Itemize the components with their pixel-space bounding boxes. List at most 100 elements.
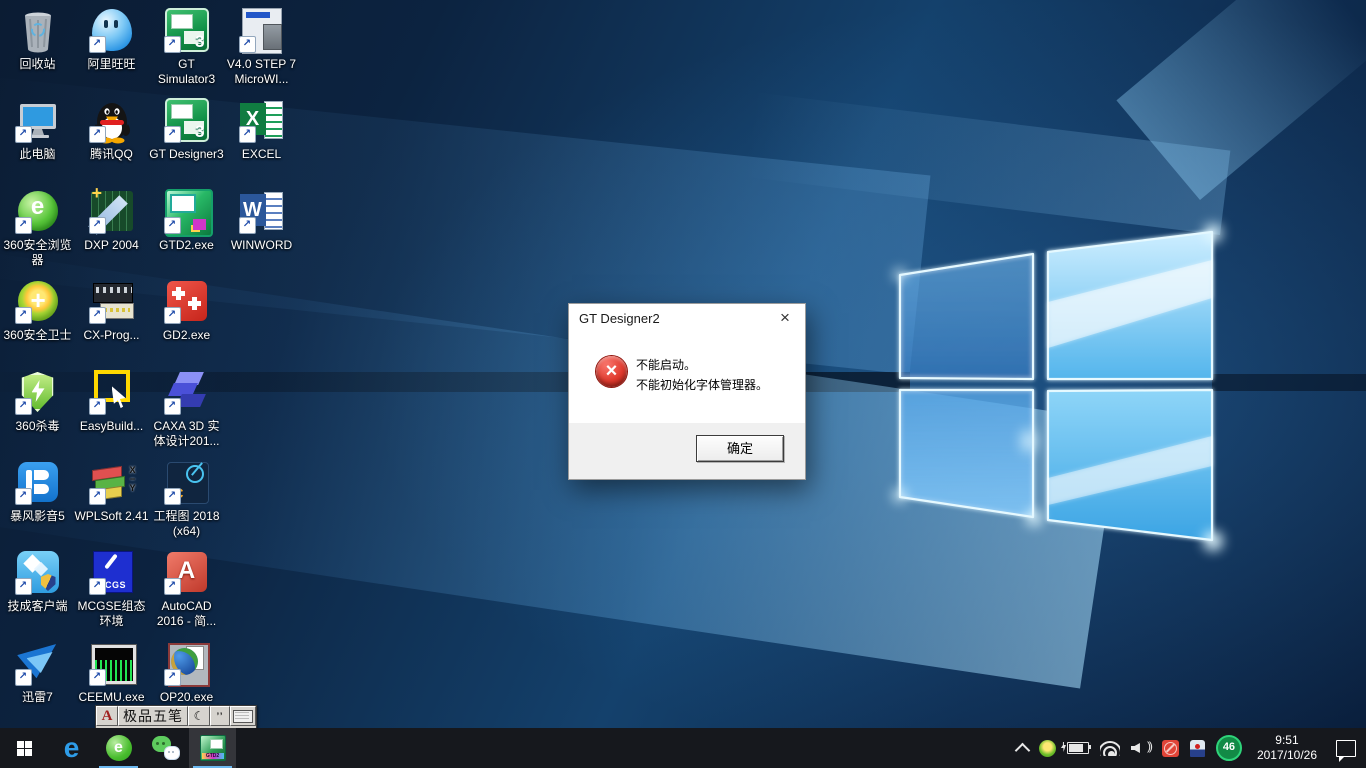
desktop-icon-tencent-qq[interactable]: ↗ 腾讯QQ (74, 96, 149, 162)
workstation-icon[interactable] (1190, 740, 1205, 757)
shortcut-arrow-icon: ↗ (89, 217, 106, 234)
dialog-title: GT Designer2 (579, 311, 660, 326)
desktop-icon-mcgse-env[interactable]: MCGS ↗ MCGSE组态环境 (74, 548, 149, 629)
dialog-message-line1: 不能启动。 (636, 355, 768, 375)
360-speedup-badge[interactable]: 46 (1216, 735, 1242, 761)
360-safe-guard-icon: + ↗ (14, 277, 62, 325)
dxp-2004-icon: + ↗ (88, 187, 136, 235)
tray-time: 9:51 (1257, 733, 1317, 748)
shortcut-arrow-icon: ↗ (89, 126, 106, 143)
desktop-icon-winword[interactable]: W ↗ WINWORD (224, 187, 299, 253)
shortcut-arrow-icon: ↗ (239, 217, 256, 234)
start-button[interactable] (0, 728, 48, 768)
blocked-device-icon[interactable] (1162, 740, 1179, 757)
desktop-icon-ceemu-exe[interactable]: ↗ CEEMU.exe (74, 639, 149, 705)
shortcut-arrow-icon: ↗ (89, 488, 106, 505)
desktop-icon-gongchengtu-2018[interactable]: IC ↗ 工程图 2018 (x64) (149, 458, 224, 539)
shortcut-arrow-icon: ↗ (164, 488, 181, 505)
caxa-3d-icon: ↗ (163, 368, 211, 416)
easybuilder-icon: ↗ (88, 368, 136, 416)
moon-fullhalf-icon[interactable]: ☾ (188, 706, 210, 726)
gt-simulator3-icon: 3 ↗ (163, 6, 211, 54)
ime-language-button[interactable]: A (96, 706, 118, 726)
shortcut-arrow-icon: ↗ (89, 307, 106, 324)
tray-date: 2017/10/26 (1257, 748, 1317, 763)
close-icon[interactable]: × (765, 304, 805, 333)
taskbar-app-360-browser[interactable]: e (95, 728, 142, 768)
action-center-icon[interactable] (1336, 740, 1356, 757)
taskbar: e e GTD2 )) 46 9:51 2017/10/26 (0, 728, 1366, 768)
op20-exe-icon: ↗ (163, 639, 211, 687)
ok-button[interactable]: 确定 (696, 435, 784, 462)
desktop-icon-360-safe-guard[interactable]: + ↗ 360安全卫士 (0, 277, 75, 343)
recycle-bin-icon (14, 6, 62, 54)
desktop-icon-xunlei7[interactable]: ↗ 迅雷7 (0, 639, 75, 705)
punctuation-icon[interactable]: ’’ (210, 706, 230, 726)
xunlei7-icon: ↗ (14, 639, 62, 687)
desktop-icon-gtd2-exe[interactable]: ↗ GTD2.exe (149, 187, 224, 253)
desktop-icon-gd2-exe[interactable]: ↗ GD2.exe (149, 277, 224, 343)
desktop-icon-dxp-2004[interactable]: + ↗ DXP 2004 (74, 187, 149, 253)
excel-icon: X ↗ (238, 96, 286, 144)
shortcut-arrow-icon: ↗ (15, 488, 32, 505)
desktop-icon-easybuilder[interactable]: ↗ EasyBuild... (74, 368, 149, 434)
jicheng-client-icon: ↗ (14, 548, 62, 596)
this-pc-icon: ↗ (14, 96, 62, 144)
taskbar-app-edge[interactable]: e (48, 728, 95, 768)
desktop-icon-cx-programmer[interactable]: ↗ CX-Prog... (74, 277, 149, 343)
clock[interactable]: 9:51 2017/10/26 (1253, 733, 1321, 763)
desktop-icon-recycle-bin[interactable]: 回收站 (0, 6, 75, 72)
gt-designer2-icon: GTD2 (200, 735, 226, 761)
volume-icon[interactable]: )) (1131, 741, 1151, 755)
shortcut-arrow-icon: ↗ (164, 578, 181, 595)
shortcut-arrow-icon: ↗ (15, 669, 32, 686)
ceemu-exe-icon: ↗ (88, 639, 136, 687)
dialog-message-line2: 不能初始化字体管理器。 (636, 375, 768, 395)
soft-keyboard-icon[interactable] (230, 706, 256, 726)
taskbar-app-wechat[interactable] (142, 728, 189, 768)
shortcut-arrow-icon: ↗ (89, 398, 106, 415)
hidden-icons-chevron-icon[interactable] (1015, 742, 1031, 758)
desktop-icon-this-pc[interactable]: ↗ 此电脑 (0, 96, 75, 162)
desktop-icon-360-browser[interactable]: e ↗ 360安全浏览器 (0, 187, 75, 268)
wplsoft-icon: X − Y ↗ (88, 458, 136, 506)
error-x-icon: × (596, 356, 627, 387)
desktop-icon-autocad-2016[interactable]: A ↗ AutoCAD 2016 - 简... (149, 548, 224, 629)
battery-charging-icon[interactable] (1067, 742, 1089, 754)
shortcut-arrow-icon: ↗ (15, 126, 32, 143)
wifi-icon[interactable] (1100, 741, 1120, 756)
desktop-icon-360-antivirus[interactable]: ↗ 360杀毒 (0, 368, 75, 434)
desktop-icon-wplsoft[interactable]: X − Y ↗ WPLSoft 2.41 (74, 458, 149, 524)
shortcut-arrow-icon: ↗ (15, 307, 32, 324)
shortcut-arrow-icon: ↗ (239, 36, 256, 53)
desktop-icon-excel[interactable]: X ↗ EXCEL (224, 96, 299, 162)
error-dialog: GT Designer2 × × 不能启动。 不能初始化字体管理器。 确定 (568, 303, 806, 480)
desktop-icon-gt-simulator3[interactable]: 3 ↗ GT Simulator3 (149, 6, 224, 87)
cx-programmer-icon: ↗ (88, 277, 136, 325)
shortcut-arrow-icon: ↗ (239, 126, 256, 143)
system-tray: )) 46 9:51 2017/10/26 (1017, 728, 1366, 768)
shortcut-arrow-icon: ↗ (164, 126, 181, 143)
desktop-icon-gt-designer3[interactable]: 3 ↗ GT Designer3 (149, 96, 224, 162)
shortcut-arrow-icon: ↗ (89, 578, 106, 595)
aliwangwang-icon: ↗ (88, 6, 136, 54)
ime-toolbar: A 极品五笔 ☾ ’’ (95, 705, 257, 729)
desktop-icon-aliwangwang[interactable]: ↗ 阿里旺旺 (74, 6, 149, 72)
desktop-icon-baofeng-player[interactable]: ↗ 暴风影音5 (0, 458, 75, 524)
shortcut-arrow-icon: ↗ (164, 307, 181, 324)
step7-microwin-icon: ↗ (238, 6, 286, 54)
shortcut-arrow-icon: ↗ (164, 217, 181, 234)
360-browser-icon: e ↗ (14, 187, 62, 235)
gd2-exe-icon: ↗ (163, 277, 211, 325)
360-safe-tray-icon[interactable] (1039, 740, 1056, 757)
shortcut-arrow-icon: ↗ (164, 36, 181, 53)
shortcut-arrow-icon: ↗ (164, 669, 181, 686)
baofeng-player-icon: ↗ (14, 458, 62, 506)
desktop-icon-op20-exe[interactable]: ↗ OP20.exe (149, 639, 224, 705)
desktop-icon-step7-microwin[interactable]: ↗ V4.0 STEP 7 MicroWI... (224, 6, 299, 87)
desktop-icon-caxa-3d[interactable]: ↗ CAXA 3D 实体设计201... (149, 368, 224, 449)
desktop-icon-jicheng-client[interactable]: ↗ 技成客户端 (0, 548, 75, 614)
taskbar-app-gt-designer2[interactable]: GTD2 (189, 728, 236, 768)
gt-designer3-icon: 3 ↗ (163, 96, 211, 144)
ime-name-label[interactable]: 极品五笔 (118, 706, 188, 726)
